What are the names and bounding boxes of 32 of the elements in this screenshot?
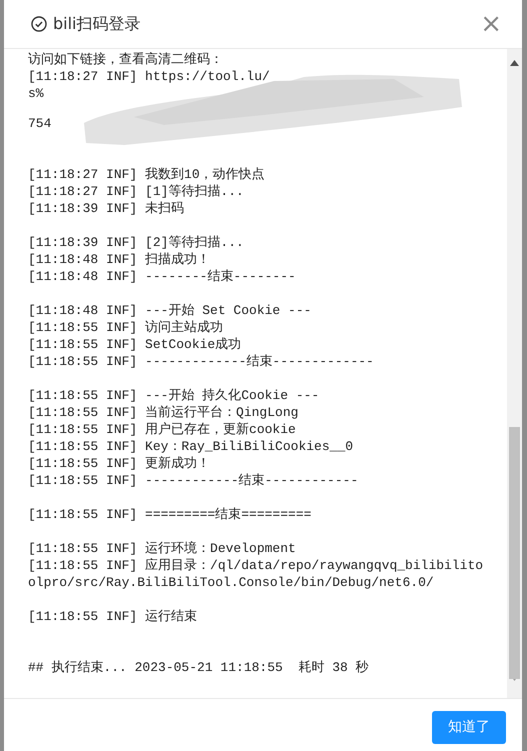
log-line: [11:18:27 INF] [1]等待扫描...: [28, 183, 245, 200]
log-line: [11:18:55 INF] 用户已存在，更新cookie: [28, 421, 297, 438]
log-line: [11:18:27 INF] 我数到10，动作快点: [28, 166, 266, 183]
log-line: [11:18:39 INF] [2]等待扫描...: [28, 234, 245, 251]
confirm-button[interactable]: 知道了: [432, 710, 506, 744]
scroll-thumb[interactable]: [509, 427, 520, 679]
log-line: [11:18:55 INF] =========结束=========: [28, 506, 312, 523]
log-line: s%: [28, 85, 45, 102]
log-line: [11:18:55 INF] 运行环境：Development: [28, 540, 297, 557]
check-circle-icon: [31, 16, 47, 32]
log-line: [11:18:55 INF] ------------结束------------: [28, 472, 360, 489]
log-line: [11:18:55 INF] 应用目录：/ql/data/repo/raywangqvq_bilibilitoolpro/src/Ray.BiliBiliTool.Console/bin/Debug/net6.0/: [28, 557, 484, 591]
log-line: [11:18:55 INF] -------------结束-------------: [28, 353, 375, 370]
log-line: [11:18:48 INF] 扫描成功！: [28, 251, 212, 268]
log-line: [11:18:39 INF] 未扫码: [28, 200, 186, 217]
scrollbar[interactable]: [507, 49, 522, 698]
log-line: [11:18:55 INF] ---开始 持久化Cookie ---: [28, 387, 320, 404]
dialog-title: bili扫码登录: [53, 14, 142, 34]
log-line: [11:18:55 INF] SetCookie成功: [28, 336, 242, 353]
log-line: [11:18:27 INF] https://tool.lu/: [28, 68, 271, 85]
log-line: 754: [28, 115, 52, 132]
log-line: [11:18:55 INF] Key：Ray_BiliBiliCookies__0: [28, 438, 354, 455]
log-line: [11:18:48 INF] ---开始 Set Cookie ---: [28, 302, 312, 319]
scroll-up-icon[interactable]: [510, 60, 519, 66]
log-line: [11:18:55 INF] 当前运行平台：QingLong: [28, 404, 300, 421]
log-line: [11:18:55 INF] 更新成功！: [28, 455, 212, 472]
log-line: 访问如下链接，查看高清二维码：: [28, 51, 224, 68]
log-line: [11:18:55 INF] 运行结束: [28, 608, 198, 625]
close-button[interactable]: ×: [480, 11, 502, 37]
summary-line: ## 执行结束... 2023-05-21 11:18:55 耗时 38 秒: [28, 659, 370, 676]
log-line: [11:18:48 INF] --------结束--------: [28, 268, 297, 285]
log-line: [11:18:55 INF] 访问主站成功: [28, 319, 224, 336]
